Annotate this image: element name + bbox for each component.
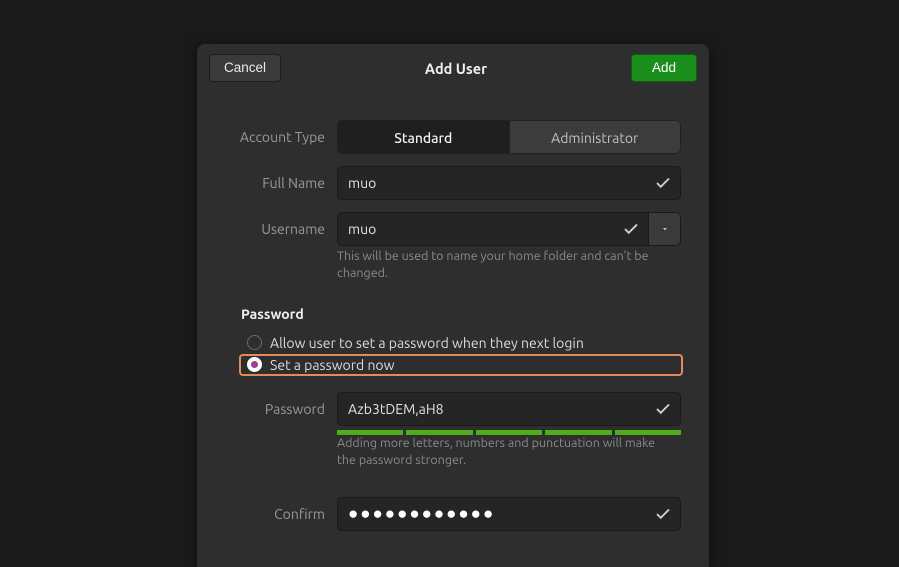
radio-label: Allow user to set a password when they n… xyxy=(270,335,584,351)
full-name-row: Full Name muo xyxy=(225,166,681,200)
account-type-administrator-button[interactable]: Administrator xyxy=(510,120,682,154)
account-type-row: Account Type Standard Administrator xyxy=(225,120,681,154)
full-name-label: Full Name xyxy=(225,175,337,191)
full-name-value: muo xyxy=(348,175,654,191)
username-row: Username muo xyxy=(225,212,681,246)
confirm-label: Confirm xyxy=(225,506,337,522)
confirm-value: ●●●●●●●●●●●● xyxy=(348,505,654,522)
chevron-down-icon xyxy=(660,224,670,234)
check-icon xyxy=(654,400,672,418)
radio-set-later[interactable]: Allow user to set a password when they n… xyxy=(241,332,681,354)
radio-icon xyxy=(247,357,262,372)
radio-label: Set a password now xyxy=(270,357,394,373)
password-heading: Password xyxy=(241,306,681,322)
username-label: Username xyxy=(225,221,337,237)
dialog-content: Account Type Standard Administrator Full… xyxy=(197,92,709,531)
confirm-field[interactable]: ●●●●●●●●●●●● xyxy=(337,497,681,531)
account-type-standard-button[interactable]: Standard xyxy=(337,120,510,154)
full-name-field[interactable]: muo xyxy=(337,166,681,200)
confirm-row: Confirm ●●●●●●●●●●●● xyxy=(225,497,681,531)
radio-icon xyxy=(247,335,262,350)
dialog-title: Add User xyxy=(281,60,631,77)
account-type-segmented: Standard Administrator xyxy=(337,120,681,154)
password-value: Azb3tDEM,aH8 xyxy=(348,401,654,417)
check-icon xyxy=(654,174,672,192)
check-icon xyxy=(622,220,640,238)
check-icon xyxy=(654,505,672,523)
radio-set-now[interactable]: Set a password now xyxy=(239,354,683,376)
password-field[interactable]: Azb3tDEM,aH8 xyxy=(337,392,681,426)
password-row: Password Azb3tDEM,aH8 xyxy=(225,392,681,426)
account-type-label: Account Type xyxy=(225,129,337,145)
titlebar: Cancel Add User Add xyxy=(197,44,709,92)
username-value: muo xyxy=(348,221,622,237)
username-hint: This will be used to name your home fold… xyxy=(337,248,657,282)
add-user-dialog: Cancel Add User Add Account Type Standar… xyxy=(197,44,709,567)
cancel-button[interactable]: Cancel xyxy=(209,54,281,82)
password-hint: Adding more letters, numbers and punctua… xyxy=(337,435,657,469)
password-radio-group: Allow user to set a password when they n… xyxy=(241,332,681,376)
username-field[interactable]: muo xyxy=(337,212,649,246)
add-button[interactable]: Add xyxy=(631,54,697,82)
password-label: Password xyxy=(225,401,337,417)
username-dropdown-button[interactable] xyxy=(649,212,681,246)
